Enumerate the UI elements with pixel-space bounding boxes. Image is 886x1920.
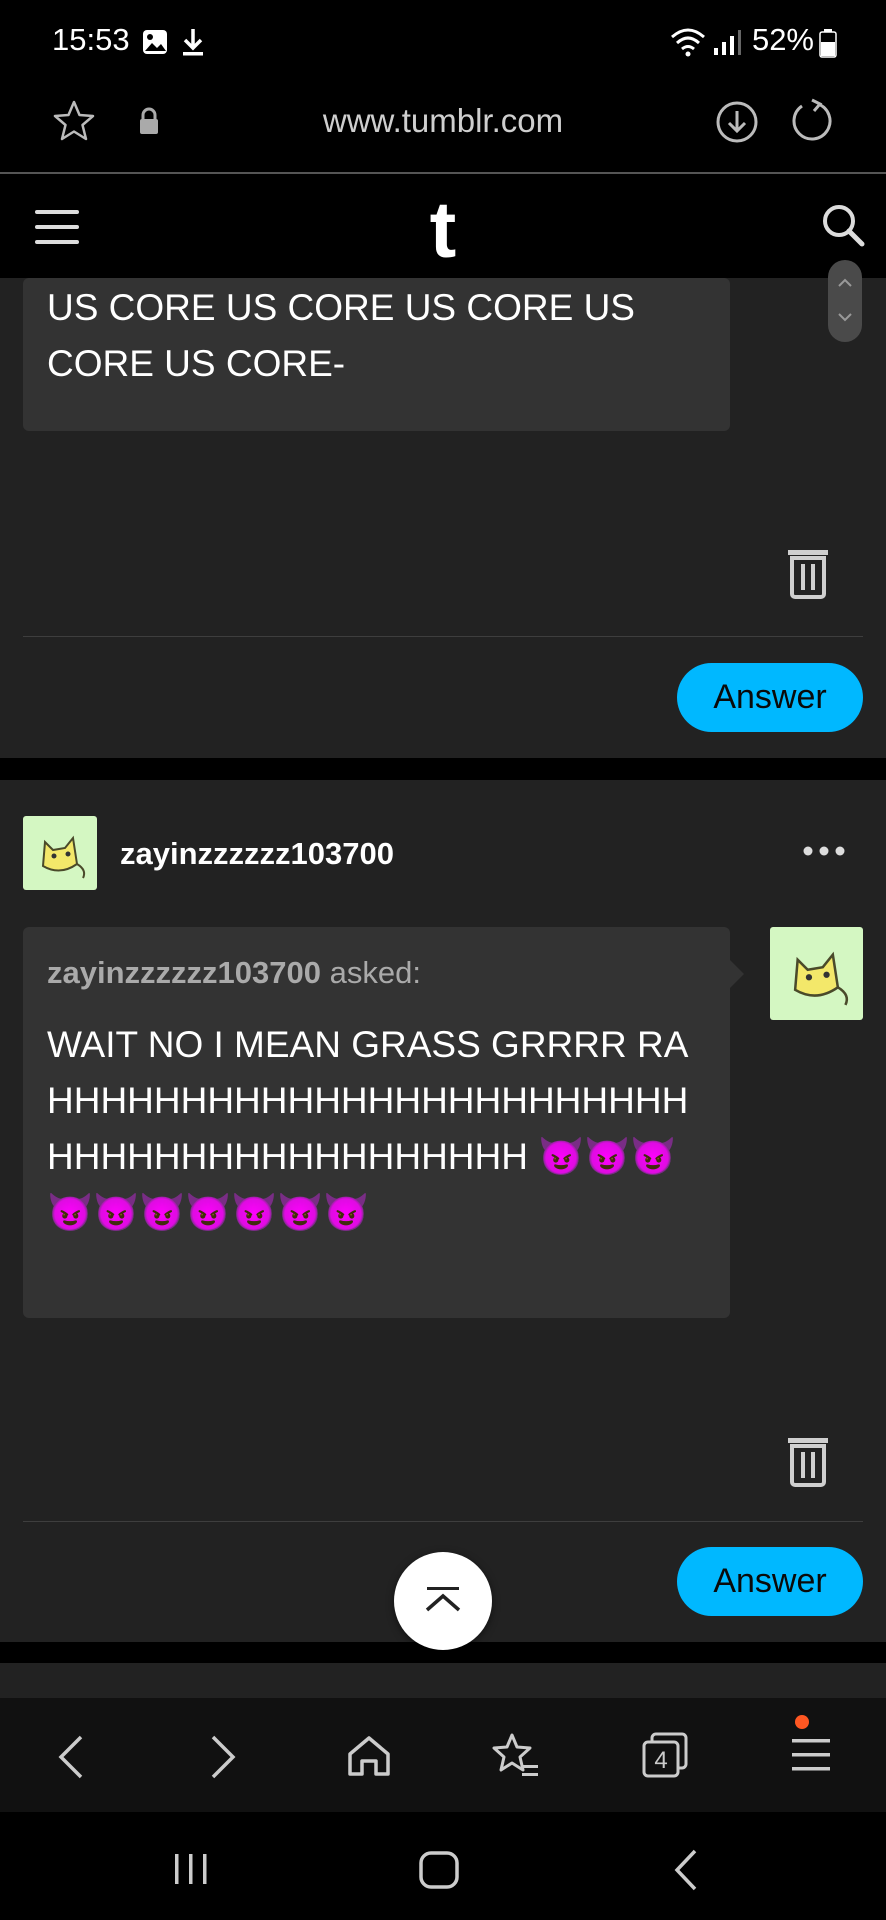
chevron-up-icon	[425, 1587, 461, 1612]
search-icon[interactable]	[820, 202, 866, 248]
scroll-handle[interactable]	[828, 260, 862, 342]
home-icon[interactable]	[346, 1734, 392, 1778]
gallery-icon	[143, 30, 167, 54]
cat-avatar-icon	[41, 835, 86, 879]
download-icon	[183, 29, 203, 56]
asker-avatar[interactable]	[770, 927, 863, 1020]
browser-url-bar: www.tumblr.com	[0, 84, 886, 174]
question-text: US CORE US CORE US CORE US CORE US CORE-	[47, 287, 635, 384]
forward-icon[interactable]	[208, 1734, 238, 1780]
system-nav-bar	[0, 1812, 886, 1920]
system-back-icon[interactable]	[672, 1848, 700, 1892]
wifi-icon	[671, 28, 705, 57]
status-bar: 15:53 52%	[0, 0, 886, 84]
card-divider	[23, 636, 863, 637]
bubble-tail	[730, 960, 744, 988]
signal-icon	[714, 30, 741, 55]
download-page-icon[interactable]	[715, 100, 759, 144]
dashboard-feed: US CORE US CORE US CORE US CORE US CORE-…	[0, 278, 886, 1698]
ask-post-card: US CORE US CORE US CORE US CORE US CORE-…	[0, 278, 886, 758]
back-icon[interactable]	[56, 1734, 86, 1780]
answer-button[interactable]: Answer	[677, 663, 863, 732]
tabs-button[interactable]: 4	[640, 1730, 690, 1780]
asker-name[interactable]: zayinzzzzzz103700	[47, 955, 321, 990]
more-options-icon[interactable]	[802, 844, 846, 858]
recent-apps-icon[interactable]	[172, 1852, 210, 1886]
next-post-card	[0, 1663, 886, 1698]
card-divider	[23, 1521, 863, 1522]
asked-label: asked:	[329, 955, 421, 990]
tumblr-header: t	[0, 176, 886, 278]
battery-icon	[819, 29, 837, 58]
cat-avatar-icon	[793, 951, 849, 1006]
status-time: 15:53	[52, 22, 130, 57]
browser-toolbar: 4	[0, 1698, 886, 1812]
tumblr-logo[interactable]: t	[0, 184, 886, 276]
delete-icon[interactable]	[786, 1434, 830, 1488]
home-button-icon[interactable]	[418, 1850, 460, 1890]
question-bubble: zayinzzzzzz103700 asked: WAIT NO I MEAN …	[23, 927, 730, 1318]
asked-line: zayinzzzzzz103700 asked:	[47, 955, 706, 991]
question-text: WAIT NO I MEAN GRASS GRRRR RAHHHHHHHHHHH…	[47, 1024, 689, 1233]
question-bubble: US CORE US CORE US CORE US CORE US CORE-	[23, 278, 730, 431]
answer-button[interactable]: Answer	[677, 1547, 863, 1616]
menu-icon[interactable]	[790, 1736, 832, 1774]
post-username[interactable]: zayinzzzzzz103700	[120, 836, 394, 872]
delete-icon[interactable]	[786, 546, 830, 600]
tabs-count: 4	[654, 1747, 668, 1774]
reload-icon[interactable]	[788, 98, 834, 144]
ask-post-card: zayinzzzzzz103700 zayinzzzzzz103700 aske…	[0, 780, 886, 1642]
scroll-to-top-button[interactable]	[394, 1552, 492, 1650]
battery-percent: 52%	[751, 22, 814, 57]
notification-dot	[795, 1715, 809, 1729]
scroll-arrows-icon	[838, 278, 852, 322]
bookmarks-icon[interactable]	[492, 1732, 540, 1780]
avatar[interactable]	[23, 816, 97, 890]
